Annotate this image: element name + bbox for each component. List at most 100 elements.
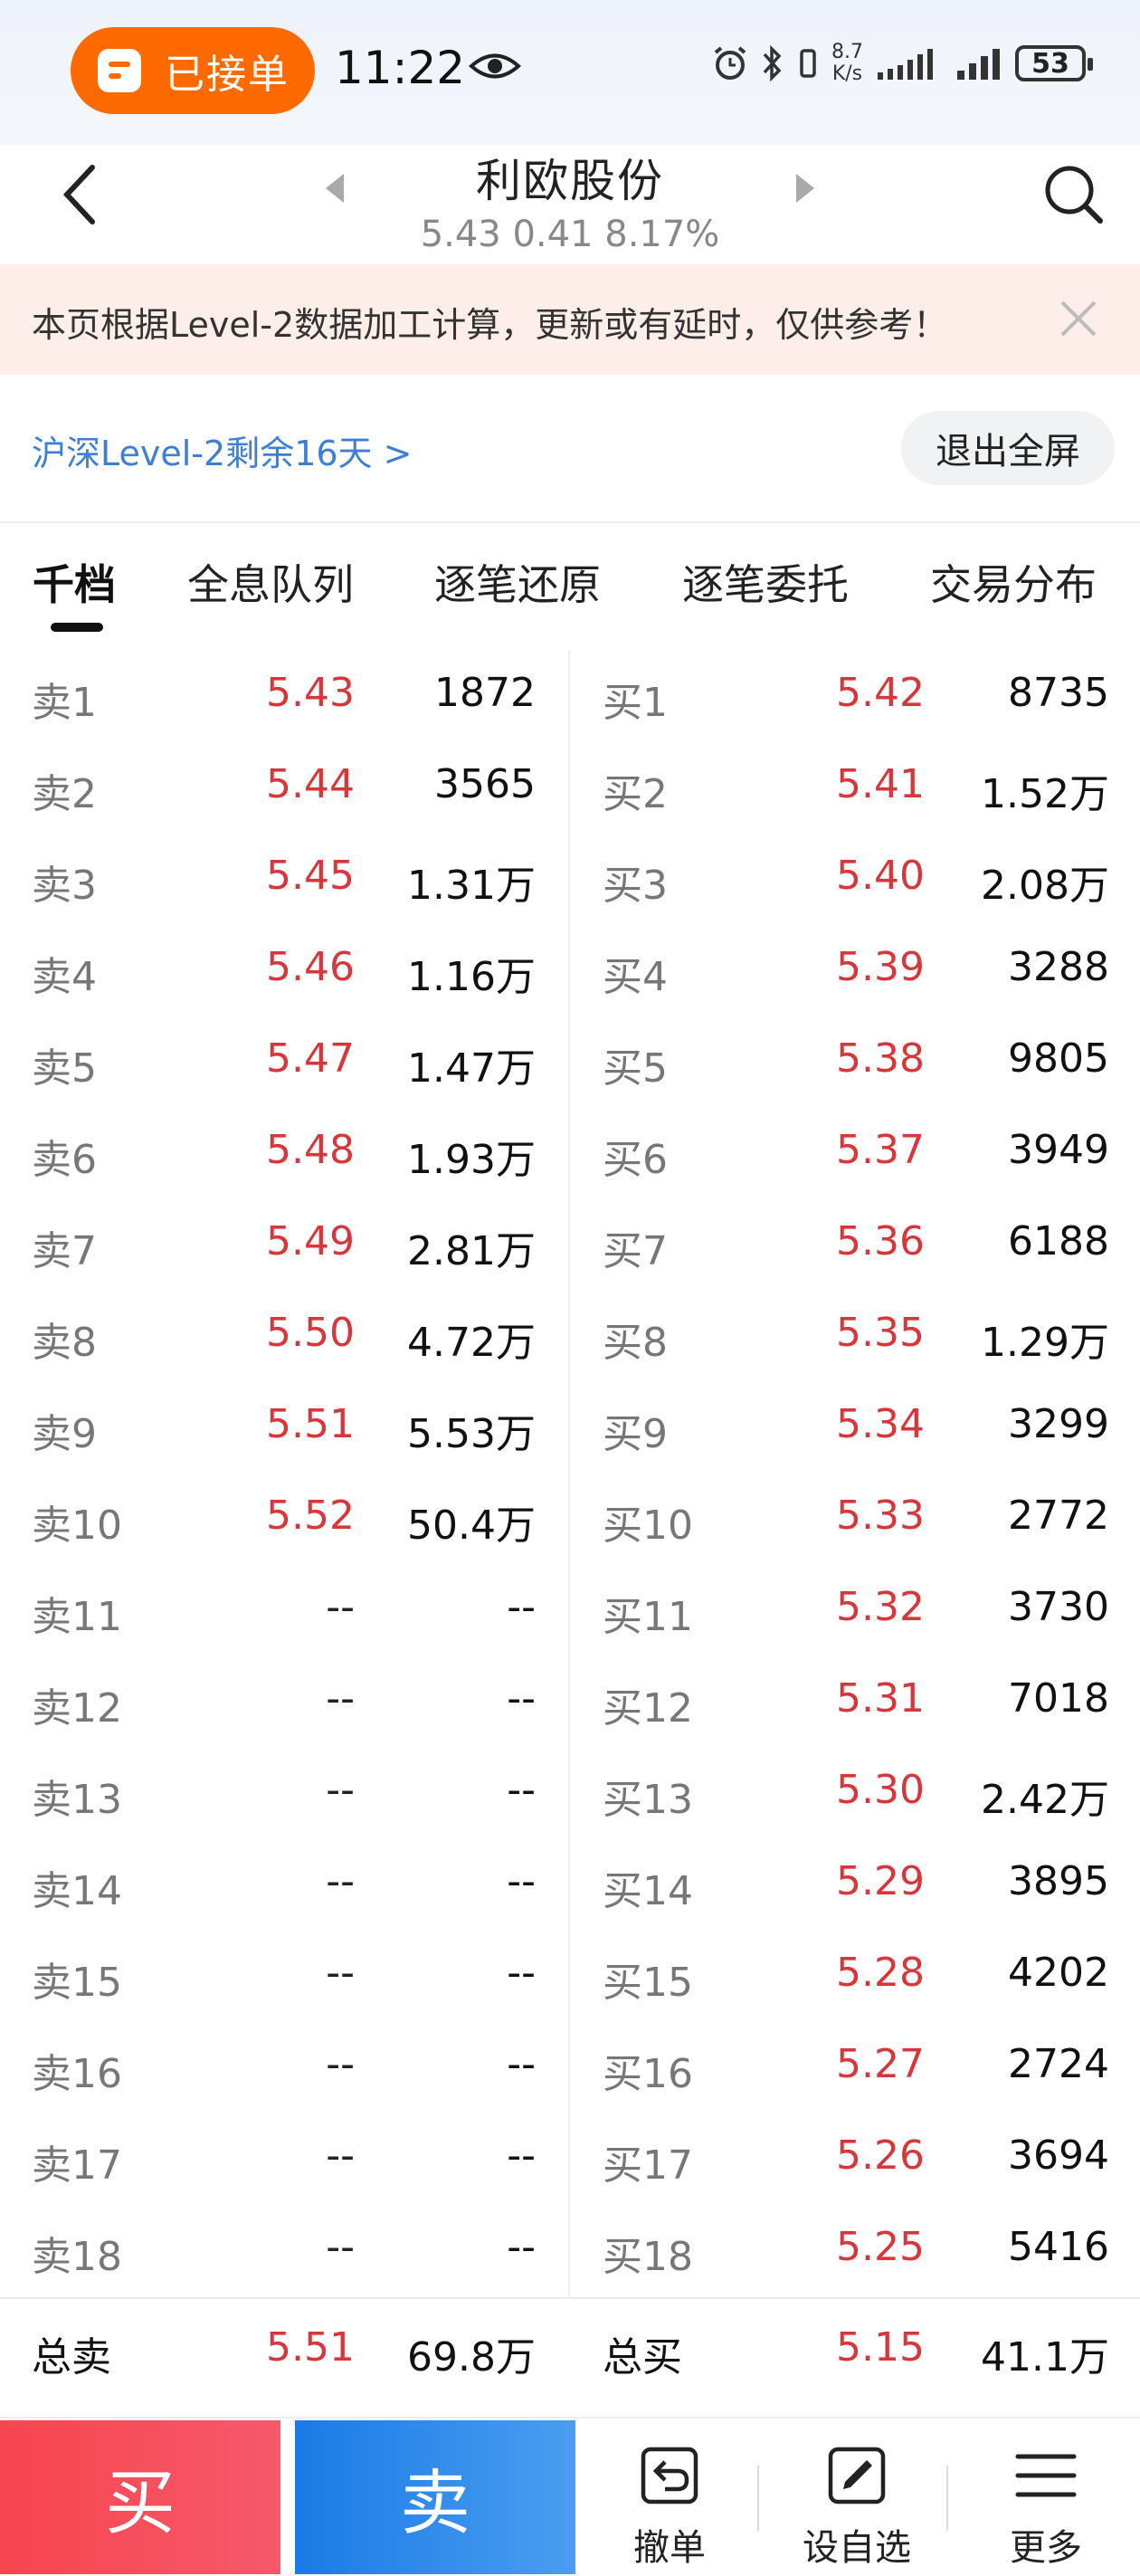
buy-volume: 1.52万 — [981, 771, 1109, 817]
tab-trade-replay[interactable]: 逐笔还原 — [434, 552, 601, 612]
buy-level-label: 买18 — [603, 2234, 693, 2280]
order-book-row: 卖9 5.51 5.53万 买9 5.34 3299 — [0, 1379, 1140, 1471]
sell-volume: 1.16万 — [407, 954, 536, 1000]
buy-volume: 7018 — [1008, 1675, 1109, 1722]
sell-volume: -- — [507, 2132, 536, 2179]
sell-volume: 1.31万 — [407, 863, 536, 909]
buy-volume: 3694 — [1008, 2132, 1109, 2179]
bluetooth-icon — [763, 45, 782, 81]
sell-level-label: 卖6 — [32, 1137, 97, 1183]
more-label: 更多 — [1010, 2527, 1082, 2569]
sell-volume: 4.72万 — [407, 1320, 536, 1366]
buy-level-label: 买14 — [603, 1868, 693, 1914]
buy-volume: 3895 — [1008, 1858, 1109, 1904]
edit-icon — [828, 2447, 886, 2504]
signal-icon-2 — [957, 49, 1000, 80]
sell-level-label: 卖18 — [32, 2234, 122, 2280]
order-pill-label: 已接单 — [165, 52, 290, 98]
sell-level-label: 卖2 — [32, 771, 97, 817]
alarm-icon — [714, 46, 746, 80]
buy-level-label: 买6 — [603, 1137, 668, 1183]
buy-volume: 8735 — [1008, 670, 1109, 716]
buy-volume: 3288 — [1008, 944, 1109, 990]
order-book-row: 卖18 -- -- 买18 5.25 5416 — [0, 2202, 1140, 2294]
buy-volume: 1.29万 — [981, 1320, 1109, 1366]
buy-volume: 2.08万 — [981, 863, 1109, 909]
order-book-row: 卖1 5.43 1872 买1 5.42 8735 — [0, 648, 1140, 739]
notice-text: 本页根据Level-2数据加工计算，更新或有延时，仅供参考！ — [32, 305, 948, 345]
add-watchlist-button[interactable]: 设自选 — [775, 2444, 938, 2571]
net-speed-value: 8.7 — [831, 41, 863, 63]
sell-level-label: 卖7 — [32, 1228, 97, 1274]
total-buy-label: 总买 — [603, 2334, 682, 2380]
sell-volume: -- — [507, 1950, 536, 1996]
undo-icon — [641, 2447, 698, 2504]
cancel-order-label: 撤单 — [633, 2527, 706, 2569]
buy-level-label: 买1 — [603, 680, 668, 726]
buy-level-label: 买17 — [603, 2142, 693, 2189]
sell-level-label: 卖13 — [32, 1777, 122, 1823]
status-time: 11:22 — [335, 42, 466, 94]
divider — [0, 2297, 1140, 2299]
sell-level-label: 卖1 — [32, 680, 97, 726]
order-book-row: 卖14 -- -- 买14 5.29 3895 — [0, 1837, 1140, 1928]
sell-level-label: 卖9 — [32, 1411, 97, 1457]
order-book-row: 卖8 5.50 4.72万 买8 5.35 1.29万 — [0, 1288, 1140, 1379]
stock-name: 利欧股份 — [476, 155, 664, 207]
sell-volume: 1.47万 — [407, 1045, 536, 1092]
order-book-row: 卖13 -- -- 买13 5.30 2.42万 — [0, 1745, 1140, 1837]
buy-level-label: 买10 — [603, 1503, 693, 1549]
buy-volume: 5416 — [1008, 2224, 1109, 2270]
divider — [946, 2466, 948, 2531]
buy-volume: 6188 — [1008, 1218, 1109, 1264]
sell-volume: -- — [507, 1858, 536, 1904]
tab-quanxi-queue[interactable]: 全息队列 — [187, 552, 354, 612]
order-icon — [98, 49, 141, 92]
active-tab-indicator — [51, 623, 103, 632]
buy-volume: 9805 — [1008, 1035, 1109, 1082]
order-status-pill[interactable]: 已接单 — [71, 27, 315, 114]
add-watchlist-label: 设自选 — [803, 2527, 911, 2569]
search-icon[interactable] — [1039, 161, 1106, 228]
sell-level-label: 卖5 — [32, 1045, 97, 1092]
buy-level-label: 买3 — [603, 863, 668, 909]
level2-subscription-link[interactable]: 沪深Level-2剩余16天 > — [32, 425, 412, 475]
sell-volume: 1872 — [434, 670, 536, 716]
buy-level-label: 买16 — [603, 2051, 693, 2097]
sell-volume: -- — [507, 1584, 536, 1630]
system-icons: 8.7 K/s 53 — [712, 41, 1093, 85]
order-book-row: 卖16 -- -- 买16 5.27 2724 — [0, 2019, 1140, 2111]
buy-volume: 3949 — [1008, 1127, 1109, 1173]
buy-level-label: 买5 — [603, 1045, 668, 1092]
cancel-order-button[interactable]: 撤单 — [588, 2444, 751, 2571]
stock-quote: 5.43 0.41 8.17% — [420, 214, 720, 255]
sell-button[interactable]: 卖 — [295, 2420, 575, 2574]
sell-level-label: 卖4 — [32, 954, 97, 1000]
more-button[interactable]: 更多 — [964, 2444, 1127, 2571]
buy-level-label: 买8 — [603, 1320, 668, 1366]
buy-volume: 4202 — [1008, 1950, 1109, 1996]
buy-level-label: 买15 — [603, 1960, 693, 2006]
sell-volume: 1.93万 — [407, 1137, 536, 1183]
buy-level-label: 买4 — [603, 954, 668, 1000]
menu-icon — [1015, 2454, 1077, 2497]
total-sell-label: 总卖 — [32, 2334, 111, 2380]
tab-trade-distribution[interactable]: 交易分布 — [930, 552, 1097, 612]
sell-volume: -- — [507, 2224, 536, 2270]
tab-qiandang[interactable]: 千档 — [33, 552, 116, 612]
vibrate-icon — [800, 49, 816, 78]
buy-button[interactable]: 买 — [0, 2420, 280, 2574]
sell-volume: 3565 — [434, 761, 536, 807]
exit-fullscreen-button[interactable]: 退出全屏 — [901, 411, 1115, 485]
buy-level-label: 买12 — [603, 1685, 693, 1732]
buy-volume: 3299 — [1008, 1401, 1109, 1447]
close-icon[interactable] — [1059, 299, 1098, 339]
sell-level-label: 卖14 — [32, 1868, 122, 1914]
next-stock-icon[interactable] — [796, 174, 814, 203]
sell-level-label: 卖8 — [32, 1320, 97, 1366]
tab-order-by-order[interactable]: 逐笔委托 — [682, 552, 849, 612]
sell-level-label: 卖3 — [32, 863, 97, 909]
buy-level-label: 买2 — [603, 771, 668, 817]
sell-level-label: 卖12 — [32, 1685, 122, 1732]
order-book-row: 卖2 5.44 3565 买2 5.41 1.52万 — [0, 739, 1140, 831]
